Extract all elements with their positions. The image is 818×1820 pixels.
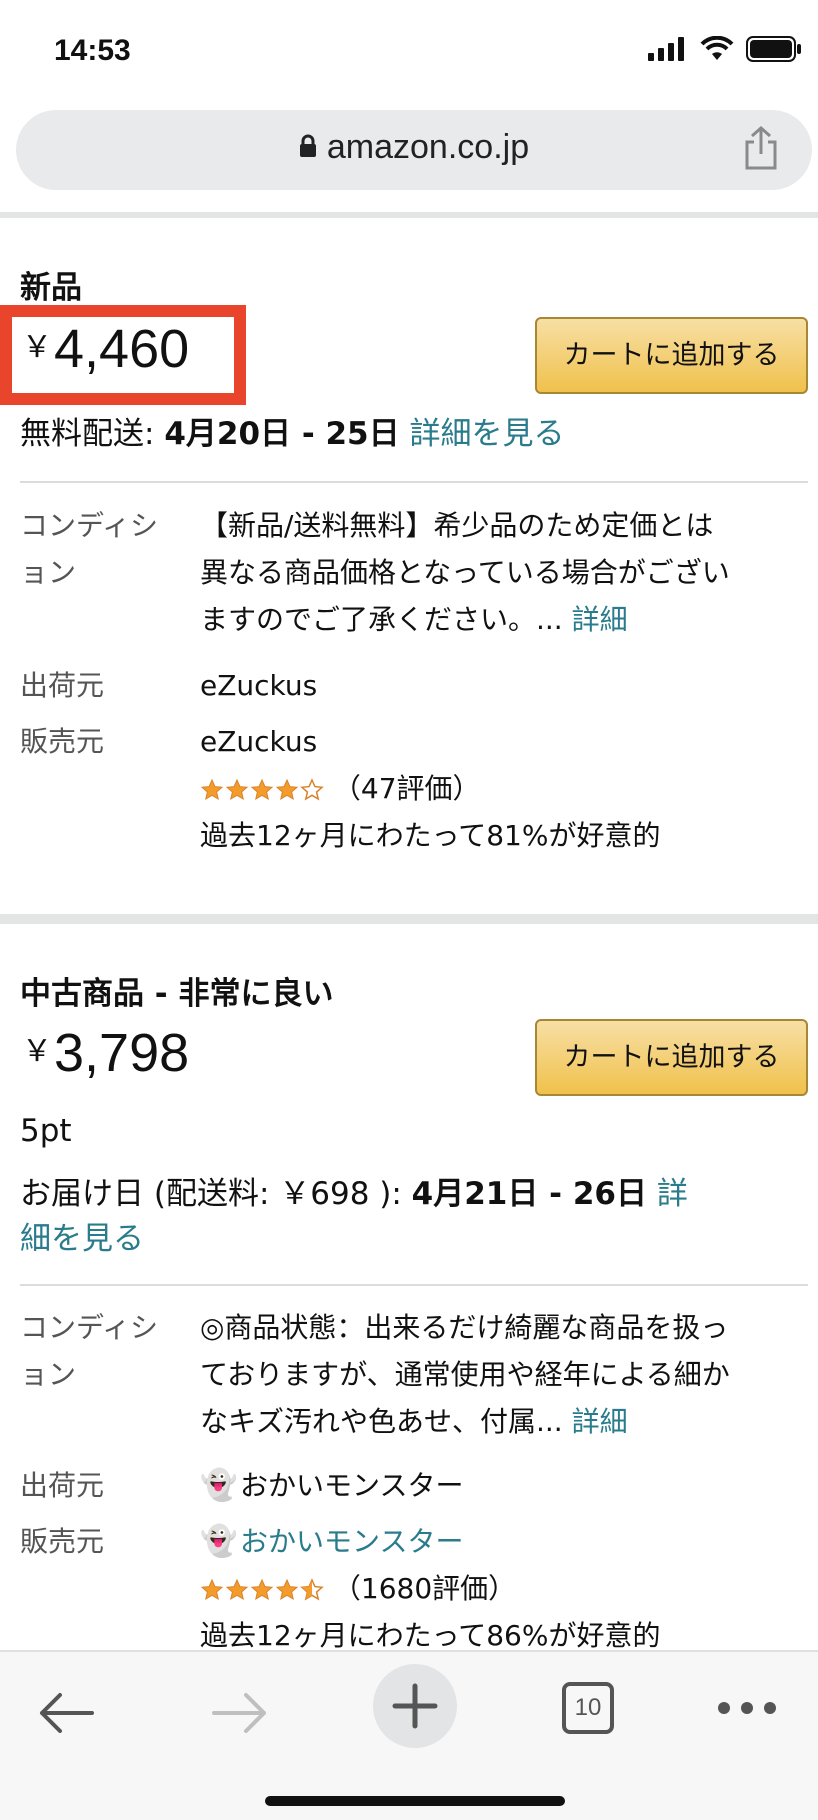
back-arrow-icon[interactable] [36,1688,96,1738]
forward-arrow-icon[interactable] [210,1688,270,1738]
star-full-icon [200,1578,224,1601]
seller-name: 👻おかいモンスター [200,1518,463,1565]
status-icons [648,36,802,62]
condition-line-last: なキズ汚れや色あせ、付属... 詳細 [200,1405,628,1438]
condition-label-line: コンディシ [20,1311,159,1344]
star-rating [200,778,324,802]
new-tab-button[interactable] [373,1664,457,1748]
condition-label: コンディシ ョン [20,1304,158,1398]
delivery-dates: 4月20日 - 25日 [164,416,400,452]
condition-more-link[interactable]: 詳細 [563,1405,628,1438]
plus-icon [392,1683,438,1729]
url-display[interactable]: amazon.co.jp [16,128,812,167]
browser-toolbar: 10 [0,1650,818,1820]
add-to-cart-button[interactable]: カートに追加する [535,1019,808,1096]
address-bar[interactable]: amazon.co.jp [16,110,812,190]
price-value: 3,798 [54,1023,190,1083]
delivery-prefix: 無料配送: [20,416,165,452]
wifi-icon [700,36,734,60]
divider [20,481,808,483]
seller-link[interactable]: おかいモンスター [240,1525,463,1558]
section-divider [0,914,818,924]
cellular-signal-icon [648,37,684,61]
condition-label-line: ョン [20,556,77,589]
offer-price: ￥3,798 [22,1022,189,1084]
divider [0,212,818,218]
star-full-icon [275,1578,299,1601]
share-icon[interactable] [744,126,778,170]
star-rating [200,1578,324,1602]
offer-heading: 中古商品 - 非常に良い [20,976,334,1012]
condition-line: ておりますが、通常使用や経年による細か [200,1358,730,1391]
seller-positive-feedback: 過去12ヶ月にわたって81%が好意的 [200,819,661,852]
url-text: amazon.co.jp [326,128,530,166]
rating-count: （1680評価） [332,1572,517,1605]
condition-text: ◎商品状態：出来るだけ綺麗な商品を扱っ ておりますが、通常使用や経年による細か … [200,1304,800,1445]
shipper-label: 出荷元 [20,1469,105,1502]
currency-symbol: ￥ [22,1035,52,1068]
home-indicator [265,1796,565,1806]
rating-count: （47評価） [332,772,481,805]
details-link-continued[interactable]: 細を見る [20,1213,144,1258]
condition-line: ◎商品状態：出来るだけ綺麗な商品を扱っ [200,1311,729,1344]
delivery-info: お届け日 (配送料: ￥698 ): 4月21日 - 26日 詳 [20,1168,688,1213]
condition-label: コンディシ ョン [20,502,158,596]
condition-label-line: ョン [20,1358,77,1391]
divider [20,1284,808,1286]
star-half-icon [300,1578,324,1601]
condition-line-last: ますのでご了承ください。... 詳細 [200,603,628,636]
star-empty-icon [300,778,324,801]
delivery-info: 無料配送: 4月20日 - 25日 詳細を見る [20,408,564,453]
star-full-icon [250,1578,274,1601]
status-time: 14:53 [54,34,131,67]
seller-rating: （47評価） [200,765,481,812]
lock-icon [299,134,316,158]
status-bar: 14:53 [0,0,818,105]
tab-count: 10 [574,1694,602,1721]
delivery-dates: 4月21日 - 26日 [411,1176,647,1212]
star-full-icon [225,778,249,801]
seller-link[interactable]: eZuckus [200,718,317,765]
seller-label: 販売元 [20,725,105,758]
delivery-prefix: お届け日 (配送料: ￥698 ): [20,1176,412,1212]
condition-line: 【新品/送料無料】希少品のため定価とは [200,509,714,542]
price-value: 4,460 [54,319,190,379]
tab-switcher-button[interactable]: 10 [562,1682,614,1734]
shipper-name: eZuckus [200,669,318,702]
seller-rating: （1680評価） [200,1565,516,1612]
offer-price: ￥4,460 [22,318,189,380]
shipper-name: 👻おかいモンスター [200,1462,463,1509]
star-full-icon [200,778,224,801]
add-to-cart-button[interactable]: カートに追加する [535,317,808,394]
condition-line: 異なる商品価格となっている場合がござい [200,556,730,589]
ghost-icon: 👻 [200,1524,238,1559]
points: 5pt [20,1113,72,1149]
seller-label: 販売元 [20,1525,105,1558]
ghost-icon: 👻 [200,1468,238,1503]
currency-symbol: ￥ [22,331,52,364]
star-full-icon [275,778,299,801]
offer-heading: 新品 [20,270,82,306]
shipper-label: 出荷元 [20,669,105,702]
details-link[interactable]: 詳細を見る [400,416,564,452]
condition-text: 【新品/送料無料】希少品のため定価とは 異なる商品価格となっている場合がござい … [200,502,800,643]
battery-icon [746,36,801,62]
shipper-text: おかいモンスター [240,1469,464,1502]
details-link[interactable]: 詳 [647,1176,688,1212]
condition-more-link[interactable]: 詳細 [563,603,628,636]
condition-label-line: コンディシ [20,509,159,542]
star-full-icon [225,1578,249,1601]
more-options-icon[interactable] [716,1700,778,1716]
star-full-icon [250,778,274,801]
